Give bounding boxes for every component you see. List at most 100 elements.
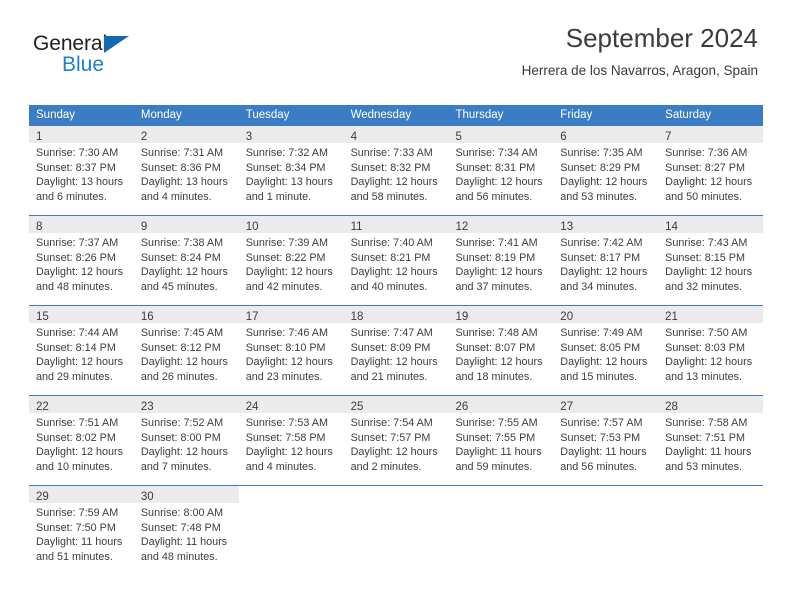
calendar-day-cell[interactable]: 14 Sunrise: 7:43 AM Sunset: 8:15 PM Dayligh… xyxy=(658,216,764,305)
sunrise-time: Sunrise: 7:58 AM xyxy=(665,417,748,429)
sunset-time: Sunset: 8:29 PM xyxy=(560,161,641,174)
calendar-day-cell[interactable]: 15 Sunrise: 7:44 AM Sunset: 8:14 PM Dayligh… xyxy=(29,306,134,395)
calendar-day-cell[interactable]: 2 Sunrise: 7:31 AM Sunset: 8:36 PM Daylight… xyxy=(133,126,239,215)
sunset-time: Sunset: 8:26 PM xyxy=(36,251,116,264)
calendar-day-cell[interactable]: 17 Sunrise: 7:46 AM Sunset: 8:10 PM Dayligh… xyxy=(238,306,344,395)
day-number: 14 xyxy=(665,221,678,233)
daylight-duration-line1: Daylight: 11 hours xyxy=(665,446,752,459)
day-details: Sunrise: 7:53 AM Sunset: 7:58 PM Daylight:… xyxy=(239,413,344,474)
day-number-bar: 20 xyxy=(553,306,659,323)
calendar-day-cell[interactable]: 18 Sunrise: 7:47 AM Sunset: 8:09 PM Dayligh… xyxy=(343,306,449,395)
day-number-bar xyxy=(239,486,344,503)
sunset-time: Sunset: 8:27 PM xyxy=(665,161,745,174)
calendar-page: General Blue September 2024 Herrera de l… xyxy=(0,0,792,612)
daylight-duration-line2: and 56 minutes. xyxy=(455,190,533,203)
sunrise-time: Sunrise: 7:30 AM xyxy=(36,147,119,159)
calendar-day-cell[interactable]: 25 Sunrise: 7:54 AM Sunset: 7:57 PM Dayligh… xyxy=(343,396,449,485)
day-number: 23 xyxy=(140,401,154,413)
weekday-thursday: Thursday xyxy=(455,109,504,121)
daylight-duration-line2: and 6 minutes. xyxy=(36,190,107,203)
calendar-day-cell[interactable]: 24 Sunrise: 7:53 AM Sunset: 7:58 PM Dayligh… xyxy=(238,396,344,485)
day-number: 2 xyxy=(140,131,148,143)
daylight-duration-line2: and 26 minutes. xyxy=(140,370,218,383)
sunrise-time: Sunrise: 7:44 AM xyxy=(36,327,119,339)
calendar-day-cell[interactable]: 21 Sunrise: 7:50 AM Sunset: 8:03 PM Dayligh… xyxy=(658,306,764,395)
sunset-time: Sunset: 8:02 PM xyxy=(36,431,116,444)
calendar-day-cell[interactable]: 22 Sunrise: 7:51 AM Sunset: 8:02 PM Dayligh… xyxy=(29,396,134,485)
daylight-duration-line1: Daylight: 12 hours xyxy=(140,266,228,279)
day-details: Sunrise: 7:54 AM Sunset: 7:57 PM Daylight:… xyxy=(344,413,449,474)
day-number: 4 xyxy=(350,131,357,143)
day-details: Sunrise: 7:31 AM Sunset: 8:36 PM Daylight:… xyxy=(134,143,239,204)
calendar-day-cell[interactable]: 16 Sunrise: 7:45 AM Sunset: 8:12 PM Dayligh… xyxy=(133,306,239,395)
generalblue-logo[interactable]: General Blue xyxy=(33,33,203,85)
calendar-day-cell[interactable]: 9 Sunrise: 7:38 AM Sunset: 8:24 PM Daylight… xyxy=(133,216,239,305)
daylight-duration-line2: and 42 minutes. xyxy=(245,280,323,293)
day-number-bar: 10 xyxy=(238,216,344,233)
day-details: Sunrise: 7:55 AM Sunset: 7:55 PM Daylight:… xyxy=(448,413,553,474)
day-details xyxy=(239,503,344,506)
sunrise-time: Sunrise: 7:39 AM xyxy=(245,237,328,249)
day-number-bar: 14 xyxy=(658,216,764,233)
calendar-day-cell[interactable]: 27 Sunrise: 7:57 AM Sunset: 7:53 PM Dayligh… xyxy=(553,396,659,485)
weekday-friday: Friday xyxy=(560,109,593,121)
daylight-duration-line2: and 2 minutes. xyxy=(350,460,422,473)
day-number: 12 xyxy=(455,221,469,233)
calendar-day-cell[interactable]: 28 Sunrise: 7:58 AM Sunset: 7:51 PM Dayligh… xyxy=(658,396,764,485)
day-number-bar: 11 xyxy=(343,216,449,233)
sunrise-time: Sunrise: 7:40 AM xyxy=(350,237,433,249)
calendar-day-cell[interactable]: 20 Sunrise: 7:49 AM Sunset: 8:05 PM Dayligh… xyxy=(553,306,659,395)
calendar-day-cell[interactable]: 3 Sunrise: 7:32 AM Sunset: 8:34 PM Daylight… xyxy=(238,126,344,215)
day-details: Sunrise: 7:44 AM Sunset: 8:14 PM Daylight:… xyxy=(29,323,134,384)
calendar-day-cell[interactable]: 26 Sunrise: 7:55 AM Sunset: 7:55 PM Dayligh… xyxy=(448,396,554,485)
day-number-bar: 9 xyxy=(133,216,239,233)
sunset-time: Sunset: 8:03 PM xyxy=(665,341,745,354)
day-details: Sunrise: 8:00 AM Sunset: 7:48 PM Daylight:… xyxy=(134,503,239,564)
sunrise-time: Sunrise: 7:42 AM xyxy=(560,237,643,249)
sunrise-time: Sunrise: 7:53 AM xyxy=(245,417,328,429)
day-details: Sunrise: 7:30 AM Sunset: 8:37 PM Daylight:… xyxy=(29,143,134,204)
day-number-bar: 21 xyxy=(658,306,764,323)
day-number-bar: 12 xyxy=(448,216,554,233)
calendar-day-cell[interactable]: 1 Sunrise: 7:30 AM Sunset: 8:37 PM Daylight… xyxy=(29,126,134,215)
day-details: Sunrise: 7:43 AM Sunset: 8:15 PM Daylight:… xyxy=(658,233,763,294)
calendar-day-cell[interactable]: 13 Sunrise: 7:42 AM Sunset: 8:17 PM Dayligh… xyxy=(553,216,659,305)
day-details: Sunrise: 7:41 AM Sunset: 8:19 PM Daylight:… xyxy=(448,233,553,294)
day-details: Sunrise: 7:36 AM Sunset: 8:27 PM Daylight:… xyxy=(658,143,763,204)
calendar-day-cell[interactable]: 23 Sunrise: 7:52 AM Sunset: 8:00 PM Dayligh… xyxy=(133,396,239,485)
calendar-day-cell[interactable]: 30 Sunrise: 8:00 AM Sunset: 7:48 PM Dayligh… xyxy=(133,486,239,575)
daylight-duration-line2: and 18 minutes. xyxy=(455,370,533,383)
calendar-day-cell[interactable]: 10 Sunrise: 7:39 AM Sunset: 8:22 PM Dayligh… xyxy=(238,216,344,305)
daylight-duration-line2: and 34 minutes. xyxy=(560,280,638,293)
weekday-monday: Monday xyxy=(140,109,182,121)
sunset-time: Sunset: 8:24 PM xyxy=(140,251,221,264)
sunset-time: Sunset: 8:31 PM xyxy=(455,161,536,174)
calendar-day-cell[interactable]: 5 Sunrise: 7:34 AM Sunset: 8:31 PM Daylight… xyxy=(448,126,554,215)
daylight-duration-line1: Daylight: 12 hours xyxy=(350,356,438,369)
day-number-bar: 28 xyxy=(658,396,764,413)
calendar-day-cell[interactable]: 8 Sunrise: 7:37 AM Sunset: 8:26 PM Daylight… xyxy=(29,216,134,305)
calendar-day-cell[interactable]: 4 Sunrise: 7:33 AM Sunset: 8:32 PM Daylight… xyxy=(343,126,449,215)
sunrise-time: Sunrise: 7:55 AM xyxy=(455,417,538,429)
logo-triangle-icon xyxy=(104,36,129,53)
calendar-day-cell[interactable]: 11 Sunrise: 7:40 AM Sunset: 8:21 PM Dayligh… xyxy=(343,216,449,305)
day-number-bar: 24 xyxy=(238,396,344,413)
calendar-day-cell[interactable]: 12 Sunrise: 7:41 AM Sunset: 8:19 PM Dayligh… xyxy=(448,216,554,305)
day-details: Sunrise: 7:45 AM Sunset: 8:12 PM Daylight:… xyxy=(134,323,239,384)
day-details: Sunrise: 7:33 AM Sunset: 8:32 PM Daylight:… xyxy=(344,143,449,204)
sunset-time: Sunset: 8:34 PM xyxy=(245,161,326,174)
sunrise-time: Sunrise: 7:43 AM xyxy=(665,237,748,249)
daylight-duration-line2: and 29 minutes. xyxy=(36,370,113,383)
calendar-day-cell[interactable]: 7 Sunrise: 7:36 AM Sunset: 8:27 PM Daylight… xyxy=(658,126,764,215)
calendar-day-cell[interactable]: 29 Sunrise: 7:59 AM Sunset: 7:50 PM Dayligh… xyxy=(29,486,134,575)
sunset-time: Sunset: 8:19 PM xyxy=(455,251,536,264)
calendar-week-row: 8 Sunrise: 7:37 AM Sunset: 8:26 PM Daylight… xyxy=(29,215,764,305)
weekday-wednesday: Wednesday xyxy=(350,109,412,121)
daylight-duration-line2: and 21 minutes. xyxy=(350,370,428,383)
calendar-day-cell[interactable]: 19 Sunrise: 7:48 AM Sunset: 8:07 PM Dayligh… xyxy=(448,306,554,395)
calendar-week-row: 29 Sunrise: 7:59 AM Sunset: 7:50 PM Dayligh… xyxy=(29,485,763,575)
daylight-duration-line1: Daylight: 12 hours xyxy=(140,356,228,369)
calendar-day-cell[interactable]: 6 Sunrise: 7:35 AM Sunset: 8:29 PM Daylight… xyxy=(553,126,659,215)
daylight-duration-line2: and 48 minutes. xyxy=(140,550,218,563)
day-details: Sunrise: 7:32 AM Sunset: 8:34 PM Daylight:… xyxy=(239,143,344,204)
